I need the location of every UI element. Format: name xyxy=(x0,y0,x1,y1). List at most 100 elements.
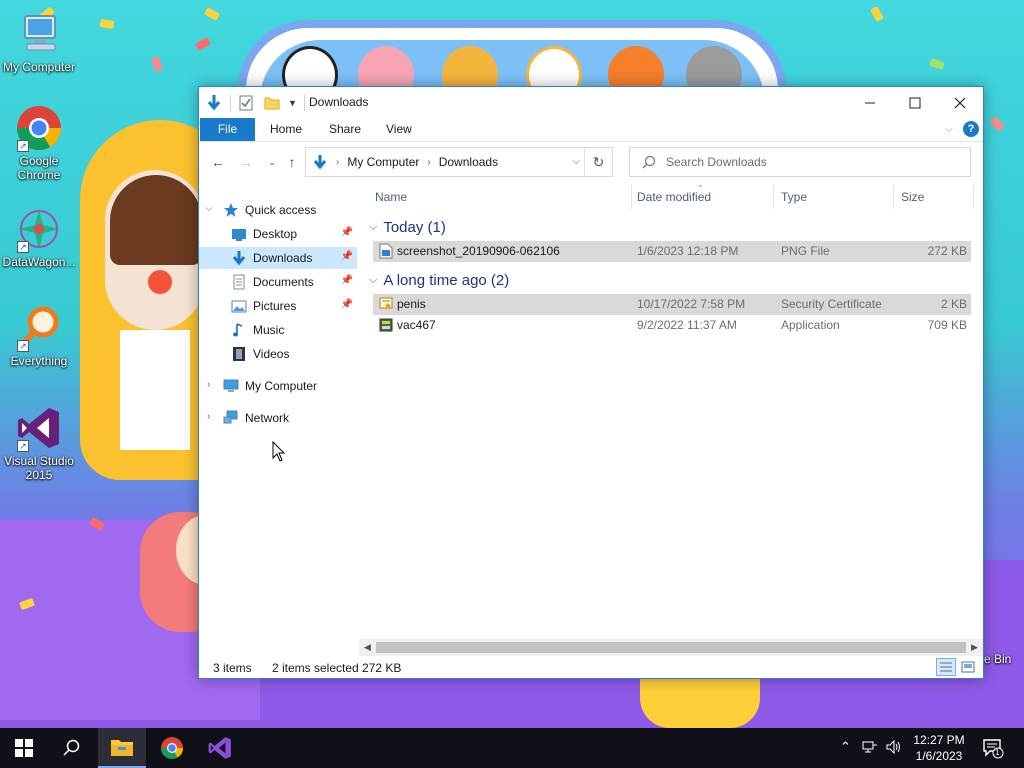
help-icon[interactable]: ? xyxy=(963,121,979,137)
document-icon xyxy=(231,274,247,290)
start-button[interactable] xyxy=(0,728,48,768)
tab-home[interactable]: Home xyxy=(257,118,315,141)
shortcut-arrow-icon: ↗ xyxy=(17,140,29,152)
column-header-name[interactable]: Name xyxy=(375,185,407,209)
tab-share[interactable]: Share xyxy=(316,118,374,141)
desktop-icon-label: DataWagon... xyxy=(2,255,76,269)
desktop-icon-my-computer[interactable]: My Computer xyxy=(0,10,78,74)
file-row[interactable]: vac467 9/2/2022 11:37 AM Application 709… xyxy=(373,315,971,336)
file-date: 9/2/2022 11:37 AM xyxy=(637,318,737,332)
tab-file[interactable]: File xyxy=(200,118,255,141)
desktop-icon-recycle-bin[interactable]: e Bin xyxy=(984,652,1024,666)
forward-button[interactable]: → xyxy=(237,152,255,172)
breadcrumb-separator[interactable]: › xyxy=(336,157,339,168)
minimize-button[interactable] xyxy=(847,87,893,118)
back-button[interactable]: ← xyxy=(209,152,227,172)
nav-item-label: Music xyxy=(253,323,285,337)
search-button[interactable] xyxy=(48,728,96,768)
breadcrumb-downloads[interactable]: Downloads xyxy=(439,155,498,169)
collapse-group-icon[interactable]: ⌵ xyxy=(369,274,377,287)
breadcrumb-separator[interactable]: › xyxy=(427,157,430,168)
group-title: A long time ago (2) xyxy=(383,271,510,289)
taskbar-visual-studio[interactable] xyxy=(196,728,244,768)
desktop-icon-google-chrome[interactable]: ↗ Google Chrome xyxy=(0,104,78,182)
toolbar-divider xyxy=(230,95,231,111)
expand-network-icon[interactable]: › xyxy=(207,411,210,422)
tab-view[interactable]: View xyxy=(373,118,425,141)
notification-count: 1 xyxy=(995,748,1000,757)
nav-quick-access[interactable]: Quick access xyxy=(223,199,353,221)
expand-my-computer-icon[interactable]: › xyxy=(207,379,210,390)
close-button[interactable] xyxy=(937,87,983,118)
desktop-icon-datawagon[interactable]: ↗ DataWagon... xyxy=(0,205,78,269)
taskbar-file-explorer[interactable] xyxy=(98,728,146,768)
windows-logo-icon xyxy=(15,739,33,757)
nav-item-desktop[interactable]: Desktop 📌 xyxy=(199,223,357,245)
column-divider[interactable] xyxy=(773,185,774,209)
confetti xyxy=(194,37,212,51)
maximize-button[interactable] xyxy=(892,87,938,118)
star-icon xyxy=(223,202,239,218)
desktop-icon-everything[interactable]: ↗ Everything xyxy=(0,304,78,368)
nav-item-documents[interactable]: Documents 📌 xyxy=(199,271,357,293)
application-icon xyxy=(379,317,393,333)
breadcrumb-my-computer[interactable]: My Computer xyxy=(347,155,419,169)
group-header-today[interactable]: ⌵ Today (1) xyxy=(363,217,446,237)
pin-icon[interactable]: 📌 xyxy=(341,299,353,310)
nav-item-videos[interactable]: Videos xyxy=(199,343,357,365)
file-name: vac467 xyxy=(397,318,436,332)
customize-toolbar-icon[interactable]: ▼ xyxy=(288,98,297,108)
group-header-long-time-ago[interactable]: ⌵ A long time ago (2) xyxy=(363,270,509,290)
nav-item-label: My Computer xyxy=(245,379,318,393)
file-row[interactable]: penis 10/17/2022 7:58 PM Security Certif… xyxy=(373,294,971,315)
shortcut-arrow-icon: ↗ xyxy=(17,340,29,352)
action-center-button[interactable]: 1 xyxy=(982,737,1004,759)
nav-item-my-computer[interactable]: My Computer xyxy=(223,375,353,397)
wallpaper-yellow-bin xyxy=(640,676,760,728)
film-icon xyxy=(231,346,247,362)
details-view-button[interactable] xyxy=(936,658,956,676)
expand-ribbon-icon[interactable]: ⌵ xyxy=(945,123,953,136)
scroll-left-icon[interactable]: ◀ xyxy=(359,639,376,656)
nav-item-pictures[interactable]: Pictures 📌 xyxy=(199,295,357,317)
scroll-right-icon[interactable]: ▶ xyxy=(966,639,983,656)
taskbar-chrome[interactable] xyxy=(148,728,196,768)
show-hidden-icons-icon[interactable]: ⌃ xyxy=(840,740,851,755)
file-row[interactable]: screenshot_20190906-062106 1/6/2023 12:1… xyxy=(373,241,971,262)
column-header-type[interactable]: Type xyxy=(781,185,807,209)
up-button[interactable]: ↑ xyxy=(283,152,301,172)
nav-item-music[interactable]: Music xyxy=(199,319,357,341)
scrollbar-thumb[interactable] xyxy=(376,642,966,653)
collapse-quick-access-icon[interactable]: ⌵ xyxy=(205,203,213,214)
network-status-icon[interactable] xyxy=(862,740,878,758)
refresh-button[interactable]: ↻ xyxy=(584,148,612,176)
large-icons-view-button[interactable] xyxy=(958,658,978,676)
column-header-size[interactable]: Size xyxy=(901,185,924,209)
pin-icon[interactable]: 📌 xyxy=(341,227,353,238)
address-dropdown-icon[interactable]: ⌵ xyxy=(572,156,580,167)
search-box[interactable]: Search Downloads xyxy=(629,147,971,177)
pin-icon[interactable]: 📌 xyxy=(341,275,353,286)
forward-arrow-icon: → xyxy=(239,154,253,170)
downloads-icon xyxy=(312,154,328,170)
properties-icon[interactable] xyxy=(238,95,254,111)
title-bar[interactable]: ▼ Downloads xyxy=(199,87,983,118)
close-icon xyxy=(954,97,966,108)
new-folder-icon[interactable] xyxy=(264,95,280,111)
horizontal-scrollbar[interactable]: ◀ ▶ xyxy=(359,639,983,656)
desktop-icon-visual-studio[interactable]: ↗ Visual Studio 2015 xyxy=(0,404,78,482)
column-divider[interactable] xyxy=(893,185,894,209)
maximize-icon xyxy=(909,97,921,108)
visual-studio-icon: ↗ xyxy=(15,404,63,452)
column-divider[interactable] xyxy=(631,185,632,209)
magnifier-icon: ↗ xyxy=(15,304,63,352)
address-bar[interactable]: › My Computer › Downloads ⌵ ↻ xyxy=(305,147,613,177)
taskbar-clock[interactable]: 12:27 PM 1/6/2023 xyxy=(900,732,978,764)
pin-icon[interactable]: 📌 xyxy=(341,251,353,262)
recent-locations-button[interactable]: ⌄ xyxy=(263,152,281,172)
column-divider[interactable] xyxy=(973,185,974,209)
nav-item-downloads[interactable]: Downloads 📌 xyxy=(199,247,357,269)
image-file-icon xyxy=(379,243,393,259)
nav-item-network[interactable]: Network xyxy=(223,407,353,429)
collapse-group-icon[interactable]: ⌵ xyxy=(369,221,377,234)
